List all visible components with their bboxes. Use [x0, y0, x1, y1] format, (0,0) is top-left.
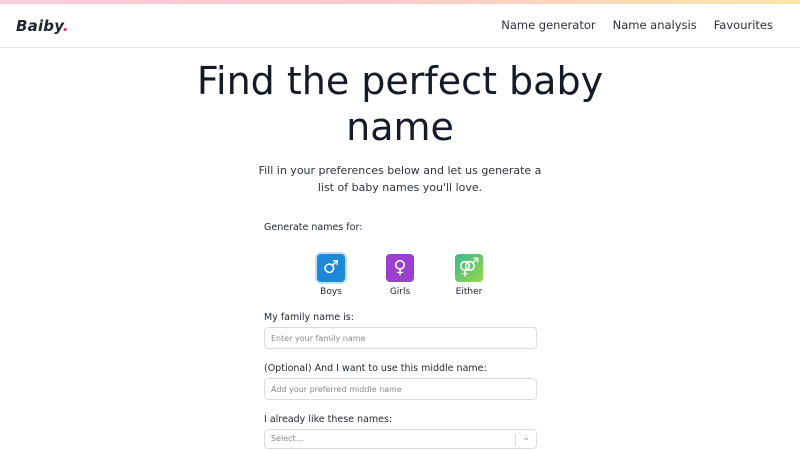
- gender-label-girls: Girls: [389, 287, 411, 297]
- nav-link-name-generator[interactable]: Name generator: [501, 18, 595, 32]
- nav-link-name-analysis[interactable]: Name analysis: [613, 18, 697, 32]
- brand-logo[interactable]: Baiby.: [16, 17, 69, 35]
- generate-for-label: Generate names for:: [264, 222, 363, 233]
- male-icon: ♂: [317, 254, 345, 282]
- family-name-input[interactable]: [264, 327, 537, 349]
- select-divider: [515, 434, 516, 446]
- either-gender-icon: ⚤: [455, 254, 483, 282]
- female-icon: ♀: [386, 254, 414, 282]
- liked-names-select[interactable]: Select... ⌄: [264, 429, 537, 449]
- chevron-down-icon[interactable]: ⌄: [522, 433, 530, 443]
- gender-label-boys: Boys: [320, 287, 342, 297]
- page-subtitle: Fill in your preferences below and let u…: [258, 164, 542, 194]
- gender-label-either: Either: [455, 287, 483, 297]
- middle-name-input[interactable]: [264, 378, 537, 400]
- nav-link-favourites[interactable]: Favourites: [714, 18, 773, 32]
- page-title: Find the perfect baby name: [196, 59, 604, 149]
- liked-names-label: I already like these names:: [264, 414, 393, 425]
- gender-option-boys[interactable]: ♂ Boys: [301, 254, 361, 297]
- gender-option-girls[interactable]: ♀ Girls: [370, 254, 430, 297]
- logo-text: Baiby: [16, 17, 63, 35]
- logo-dot: .: [62, 17, 69, 35]
- nav-links: Name generator Name analysis Favourites: [501, 18, 773, 32]
- middle-name-label: (Optional) And I want to use this middle…: [264, 363, 487, 374]
- family-name-label: My family name is:: [264, 312, 354, 323]
- liked-names-select-placeholder: Select...: [271, 434, 304, 443]
- top-navigation: Baiby. Name generator Name analysis Favo…: [0, 4, 800, 48]
- gender-option-either[interactable]: ⚤ Either: [439, 254, 499, 297]
